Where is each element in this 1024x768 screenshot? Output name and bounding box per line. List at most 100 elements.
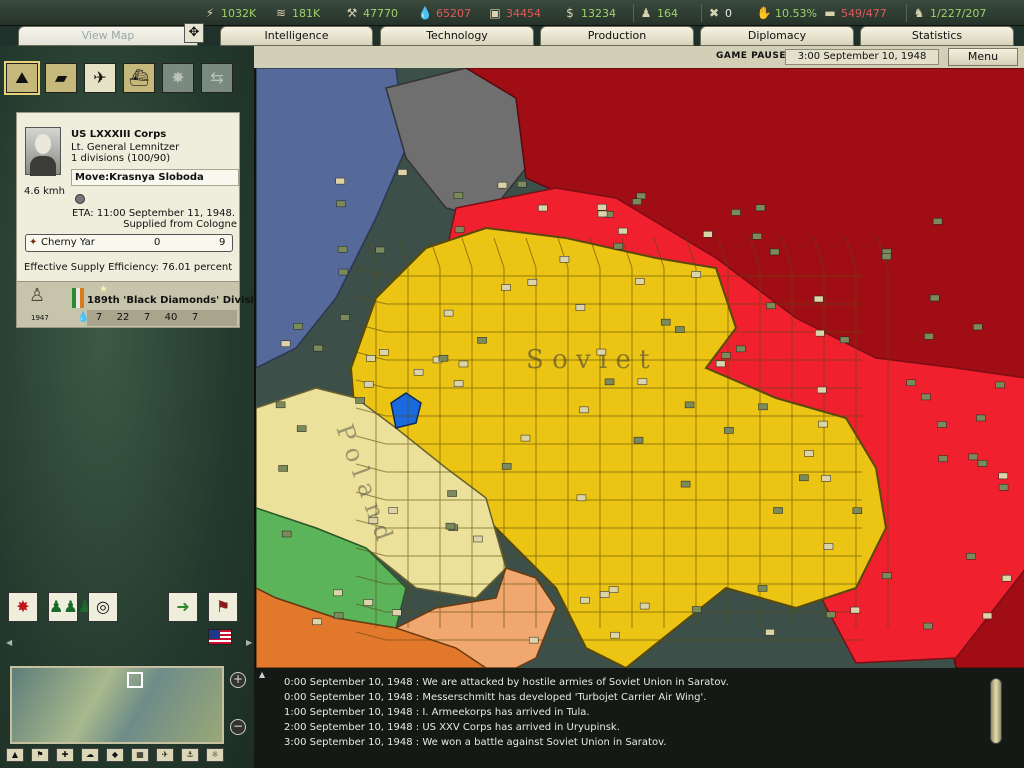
unit-marker[interactable] bbox=[881, 253, 892, 260]
unit-marker[interactable] bbox=[280, 340, 291, 347]
unit-marker[interactable] bbox=[906, 379, 916, 387]
unit-marker[interactable] bbox=[680, 480, 691, 488]
unit-marker[interactable] bbox=[473, 535, 483, 543]
unit-marker[interactable] bbox=[363, 380, 374, 388]
tank-units-icon[interactable]: ▰ bbox=[45, 63, 77, 93]
unit-marker[interactable] bbox=[966, 553, 976, 560]
unit-marker[interactable] bbox=[636, 192, 646, 200]
unit-marker[interactable] bbox=[538, 204, 548, 212]
unit-marker[interactable] bbox=[660, 318, 671, 326]
unit-marker[interactable] bbox=[976, 414, 986, 422]
unit-marker[interactable] bbox=[882, 572, 892, 580]
expand-map-button[interactable]: ✥ bbox=[184, 23, 204, 43]
zoom-in-icon[interactable]: + bbox=[230, 672, 246, 688]
diplomatic-filter-icon[interactable]: ☼ bbox=[206, 748, 224, 762]
resource-filter-icon[interactable]: ◆ bbox=[106, 748, 124, 762]
unit-marker[interactable] bbox=[501, 463, 512, 470]
division-row[interactable]: ♙ 1947 ★ 189th 'Black Diamonds' Divisio … bbox=[17, 281, 261, 327]
unit-marker[interactable] bbox=[998, 483, 1009, 491]
unit-marker[interactable] bbox=[366, 355, 376, 362]
log-entry[interactable]: 3:00 September 10, 1948 : We won a battl… bbox=[284, 735, 729, 750]
unit-marker[interactable] bbox=[458, 360, 469, 368]
unit-marker[interactable] bbox=[392, 609, 402, 616]
political-filter-icon[interactable]: ⚑ bbox=[31, 748, 49, 762]
unit-marker[interactable] bbox=[675, 326, 685, 333]
unit-marker[interactable] bbox=[826, 611, 836, 619]
unit-marker[interactable] bbox=[580, 596, 590, 604]
naval-filter-icon[interactable]: ⚓ bbox=[181, 748, 199, 762]
unit-marker[interactable] bbox=[938, 455, 948, 462]
unit-marker[interactable] bbox=[576, 494, 587, 502]
commander-name[interactable]: Lt. General Lemnitzer bbox=[71, 142, 179, 153]
unit-marker[interactable] bbox=[937, 421, 947, 428]
unit-marker[interactable] bbox=[597, 203, 607, 211]
map-canvas[interactable]: S o v i e t P o l a n d bbox=[256, 68, 1024, 668]
unit-marker[interactable] bbox=[579, 406, 589, 414]
unit-marker[interactable] bbox=[517, 180, 527, 188]
unit-marker[interactable] bbox=[769, 248, 780, 256]
unit-marker[interactable] bbox=[736, 345, 746, 353]
unit-marker[interactable] bbox=[454, 226, 465, 233]
unit-marker[interactable] bbox=[599, 591, 610, 598]
explosion-icon[interactable]: ✸ bbox=[162, 63, 194, 93]
unit-marker[interactable] bbox=[445, 522, 456, 530]
unit-marker[interactable] bbox=[758, 403, 768, 411]
resource-money[interactable]: $13234 bbox=[562, 4, 616, 22]
unit-marker[interactable] bbox=[293, 323, 303, 330]
unit-marker[interactable] bbox=[982, 612, 993, 620]
unit-marker[interactable] bbox=[930, 294, 940, 302]
unit-marker[interactable] bbox=[823, 543, 834, 550]
unit-marker[interactable] bbox=[839, 336, 850, 344]
unit-marker[interactable] bbox=[527, 278, 538, 286]
unit-marker[interactable] bbox=[413, 368, 424, 376]
unit-marker[interactable] bbox=[968, 453, 978, 461]
unit-marker[interactable] bbox=[296, 425, 307, 432]
unit-marker[interactable] bbox=[703, 231, 713, 238]
resource-energy[interactable]: ⚡ 1032K bbox=[202, 4, 256, 22]
unit-marker[interactable] bbox=[773, 507, 783, 514]
unit-marker[interactable] bbox=[275, 401, 286, 409]
unit-marker[interactable] bbox=[520, 434, 531, 442]
unit-marker[interactable] bbox=[379, 349, 389, 356]
unit-marker[interactable] bbox=[388, 507, 398, 514]
unit-marker[interactable] bbox=[336, 200, 346, 208]
unit-marker[interactable] bbox=[632, 198, 642, 206]
unit-marker[interactable] bbox=[596, 348, 607, 356]
log-entry[interactable]: 0:00 September 10, 1948 : Messerschmitt … bbox=[284, 690, 729, 705]
resource-metal[interactable]: ≋ 181K bbox=[273, 4, 320, 22]
target-icon[interactable]: ◎ bbox=[88, 592, 118, 622]
resource-rare-materials[interactable]: ⚒ 47770 bbox=[344, 4, 398, 22]
resource-diplomacy[interactable]: ✖ 0 bbox=[701, 4, 732, 22]
unit-marker[interactable] bbox=[633, 436, 644, 444]
unit-marker[interactable] bbox=[923, 622, 933, 630]
unit-marker[interactable] bbox=[453, 192, 464, 199]
unit-marker[interactable] bbox=[575, 304, 586, 311]
prev-unit-icon[interactable]: ◀ bbox=[6, 638, 12, 647]
unit-marker[interactable] bbox=[333, 589, 343, 597]
unit-marker[interactable] bbox=[312, 618, 322, 626]
unit-marker[interactable] bbox=[684, 401, 695, 409]
tab-diplomacy[interactable]: Diplomacy bbox=[700, 26, 854, 46]
unit-marker[interactable] bbox=[731, 209, 741, 216]
tab-intelligence[interactable]: Intelligence bbox=[220, 26, 373, 46]
unit-marker[interactable] bbox=[757, 585, 768, 592]
unit-marker[interactable] bbox=[501, 284, 511, 291]
resource-manpower[interactable]: ♟ 164 bbox=[633, 4, 678, 22]
next-unit-icon[interactable]: ▶ bbox=[246, 638, 252, 647]
current-order[interactable]: Move:Krasnya Sloboda bbox=[71, 169, 239, 186]
unit-marker[interactable] bbox=[817, 386, 827, 394]
unit-marker[interactable] bbox=[333, 612, 344, 619]
resource-transport[interactable]: ▬ 549/477 bbox=[822, 4, 886, 22]
unit-marker[interactable] bbox=[818, 420, 828, 428]
transport-units-icon[interactable]: ⇆ bbox=[201, 63, 233, 93]
unit-marker[interactable] bbox=[752, 233, 762, 240]
unit-marker[interactable] bbox=[977, 460, 988, 467]
unit-marker[interactable] bbox=[766, 302, 776, 310]
unit-marker[interactable] bbox=[799, 474, 809, 482]
resource-convoy[interactable]: ♞ 1/227/207 bbox=[906, 4, 986, 22]
unit-marker[interactable] bbox=[397, 169, 408, 176]
unit-marker[interactable] bbox=[604, 378, 615, 386]
minimap-viewport[interactable] bbox=[127, 672, 143, 688]
log-entry[interactable]: 1:00 September 10, 1948 : I. Armeekorps … bbox=[284, 705, 729, 720]
cancel-order-icon[interactable] bbox=[75, 194, 85, 204]
